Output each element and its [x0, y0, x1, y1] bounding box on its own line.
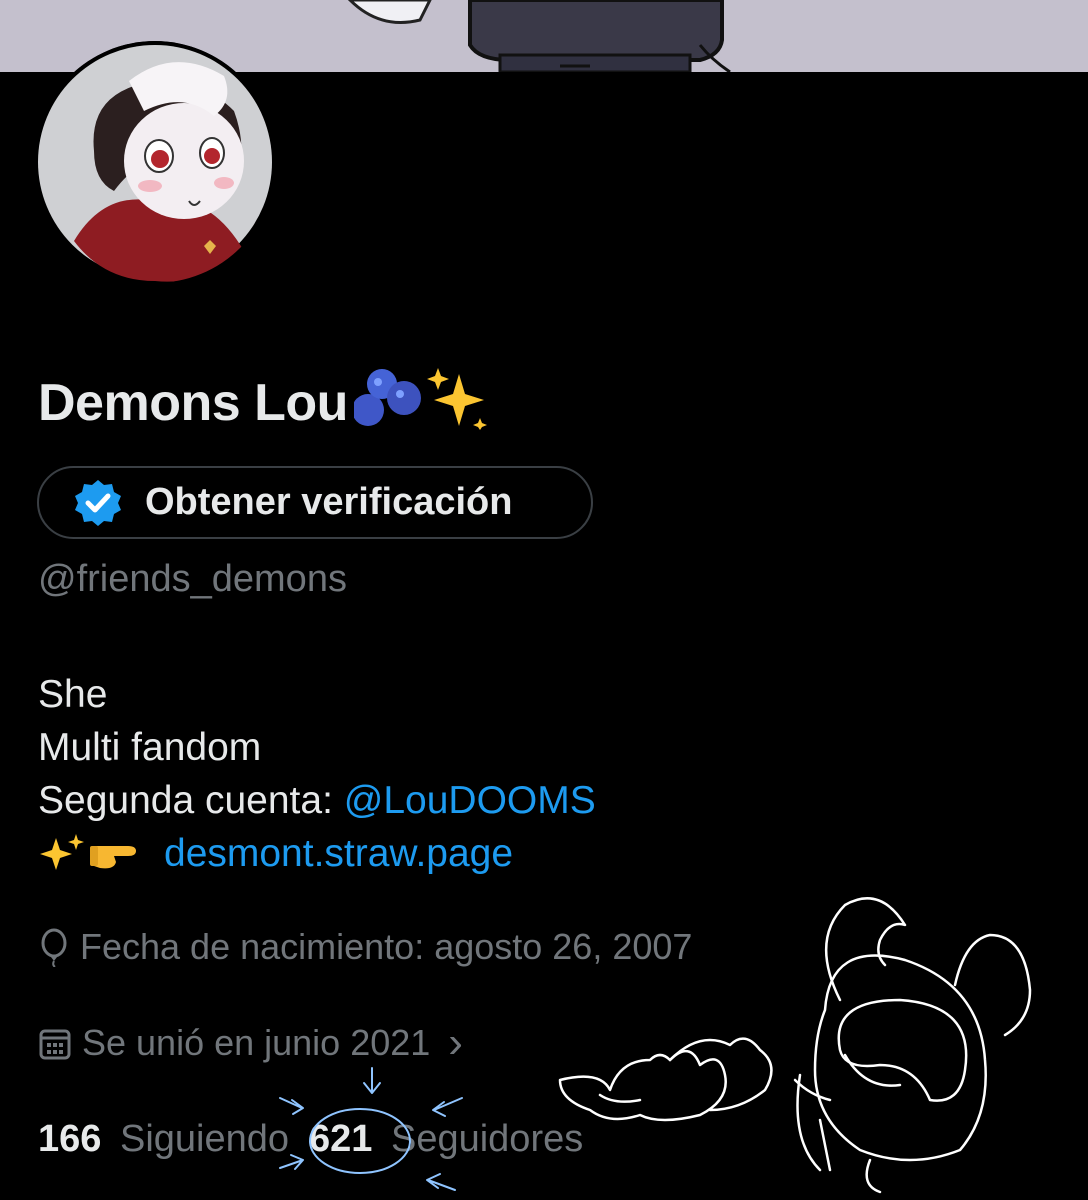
joined-info[interactable]: Se unió en junio 2021 ›: [38, 1018, 463, 1067]
display-name-text: Demons Lou: [38, 374, 348, 432]
bio-second-account-text: Segunda cuenta:: [38, 779, 344, 822]
following-link[interactable]: 166 Siguiendo: [38, 1118, 289, 1161]
display-name: Demons Lou: [38, 367, 494, 436]
bio-line-second-account: Segunda cuenta: @LouDOOMS: [38, 774, 596, 827]
website-link[interactable]: desmont.straw.page: [164, 832, 513, 875]
get-verified-button[interactable]: Obtener verificación: [37, 466, 593, 539]
joined-text: Se unió en junio 2021: [82, 1022, 431, 1063]
user-handle: @friends_demons: [38, 558, 347, 600]
following-count: 166: [38, 1118, 102, 1160]
birthday-text: Fecha de nacimiento: agosto 26, 2007: [80, 926, 693, 967]
followers-label: Seguidores: [390, 1118, 584, 1160]
blueberry-sparkles-icon: [351, 367, 487, 430]
verified-badge-icon: [75, 479, 121, 526]
avatar-image: [34, 41, 276, 283]
chevron-right-icon: ›: [448, 1018, 463, 1067]
follow-stats: 166 Siguiendo 621 Seguidores: [38, 1118, 583, 1161]
balloon-icon: [41, 928, 67, 967]
birthday-info: Fecha de nacimiento: agosto 26, 2007: [38, 926, 692, 968]
bio-line-website: desmont.straw.page: [38, 827, 596, 886]
avatar[interactable]: [34, 41, 276, 283]
bio: She Multi fandom Segunda cuenta: @LouDOO…: [38, 668, 596, 886]
calendar-icon: [39, 1029, 71, 1060]
followers-count: 621: [309, 1118, 373, 1160]
get-verified-label: Obtener verificación: [145, 481, 513, 523]
display-name-emojis: [351, 364, 494, 443]
following-label: Siguiendo: [119, 1118, 290, 1160]
second-account-mention-link[interactable]: @LouDOOMS: [344, 779, 596, 822]
followers-link[interactable]: 621 Seguidores: [309, 1118, 583, 1161]
bio-line-pronouns: She: [38, 673, 108, 716]
sparkles-pointing-icon: [38, 832, 142, 886]
bio-line-fandom: Multi fandom: [38, 726, 262, 769]
